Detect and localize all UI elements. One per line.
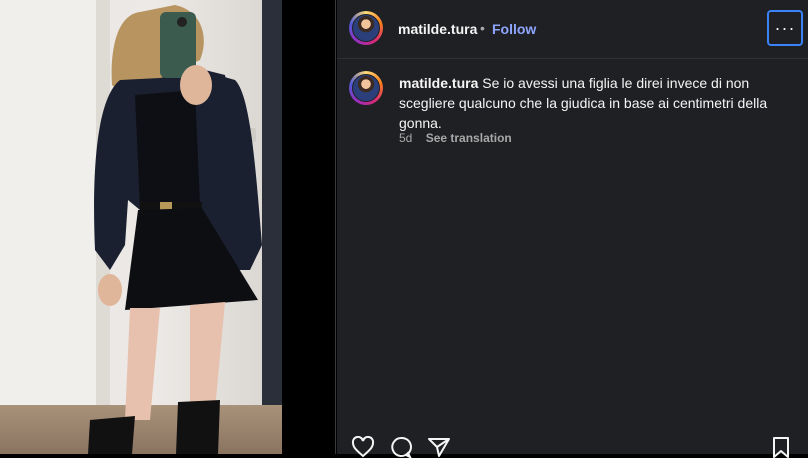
panel-divider xyxy=(335,0,336,454)
author-username[interactable]: matilde.tura xyxy=(398,21,477,37)
author-avatar[interactable] xyxy=(349,11,383,45)
post-timestamp[interactable]: 5d xyxy=(399,131,412,145)
caption-meta: 5d See translation xyxy=(399,131,512,145)
heart-icon[interactable] xyxy=(351,436,375,458)
post-image[interactable] xyxy=(0,0,282,454)
more-icon: ··· xyxy=(774,17,796,38)
post-caption: matilde.tura Se io avessi una figlia le … xyxy=(399,73,779,133)
post-header: matilde.tura • Follow ··· xyxy=(337,0,808,59)
follow-button[interactable]: Follow xyxy=(492,21,536,37)
person-figure xyxy=(88,5,262,454)
comment-icon[interactable] xyxy=(389,436,413,458)
share-icon[interactable] xyxy=(427,436,451,458)
separator-dot: • xyxy=(480,20,485,36)
post-details-panel: matilde.tura • Follow ··· matilde.tura S… xyxy=(337,0,808,458)
caption-author-avatar[interactable] xyxy=(349,71,383,105)
more-options-button[interactable]: ··· xyxy=(767,10,803,46)
bookmark-icon[interactable] xyxy=(771,436,791,458)
see-translation-link[interactable]: See translation xyxy=(426,131,512,145)
action-bar xyxy=(337,430,808,458)
caption-username[interactable]: matilde.tura xyxy=(399,75,478,91)
